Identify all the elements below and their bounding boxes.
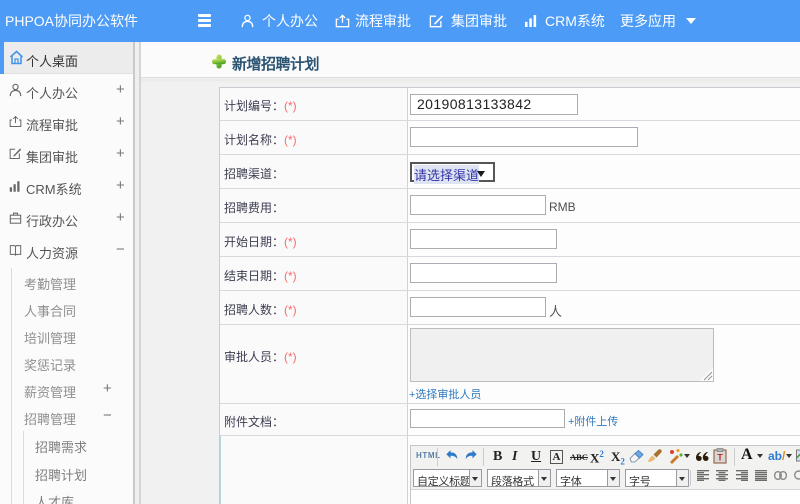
svg-text:T: T [717, 453, 723, 463]
